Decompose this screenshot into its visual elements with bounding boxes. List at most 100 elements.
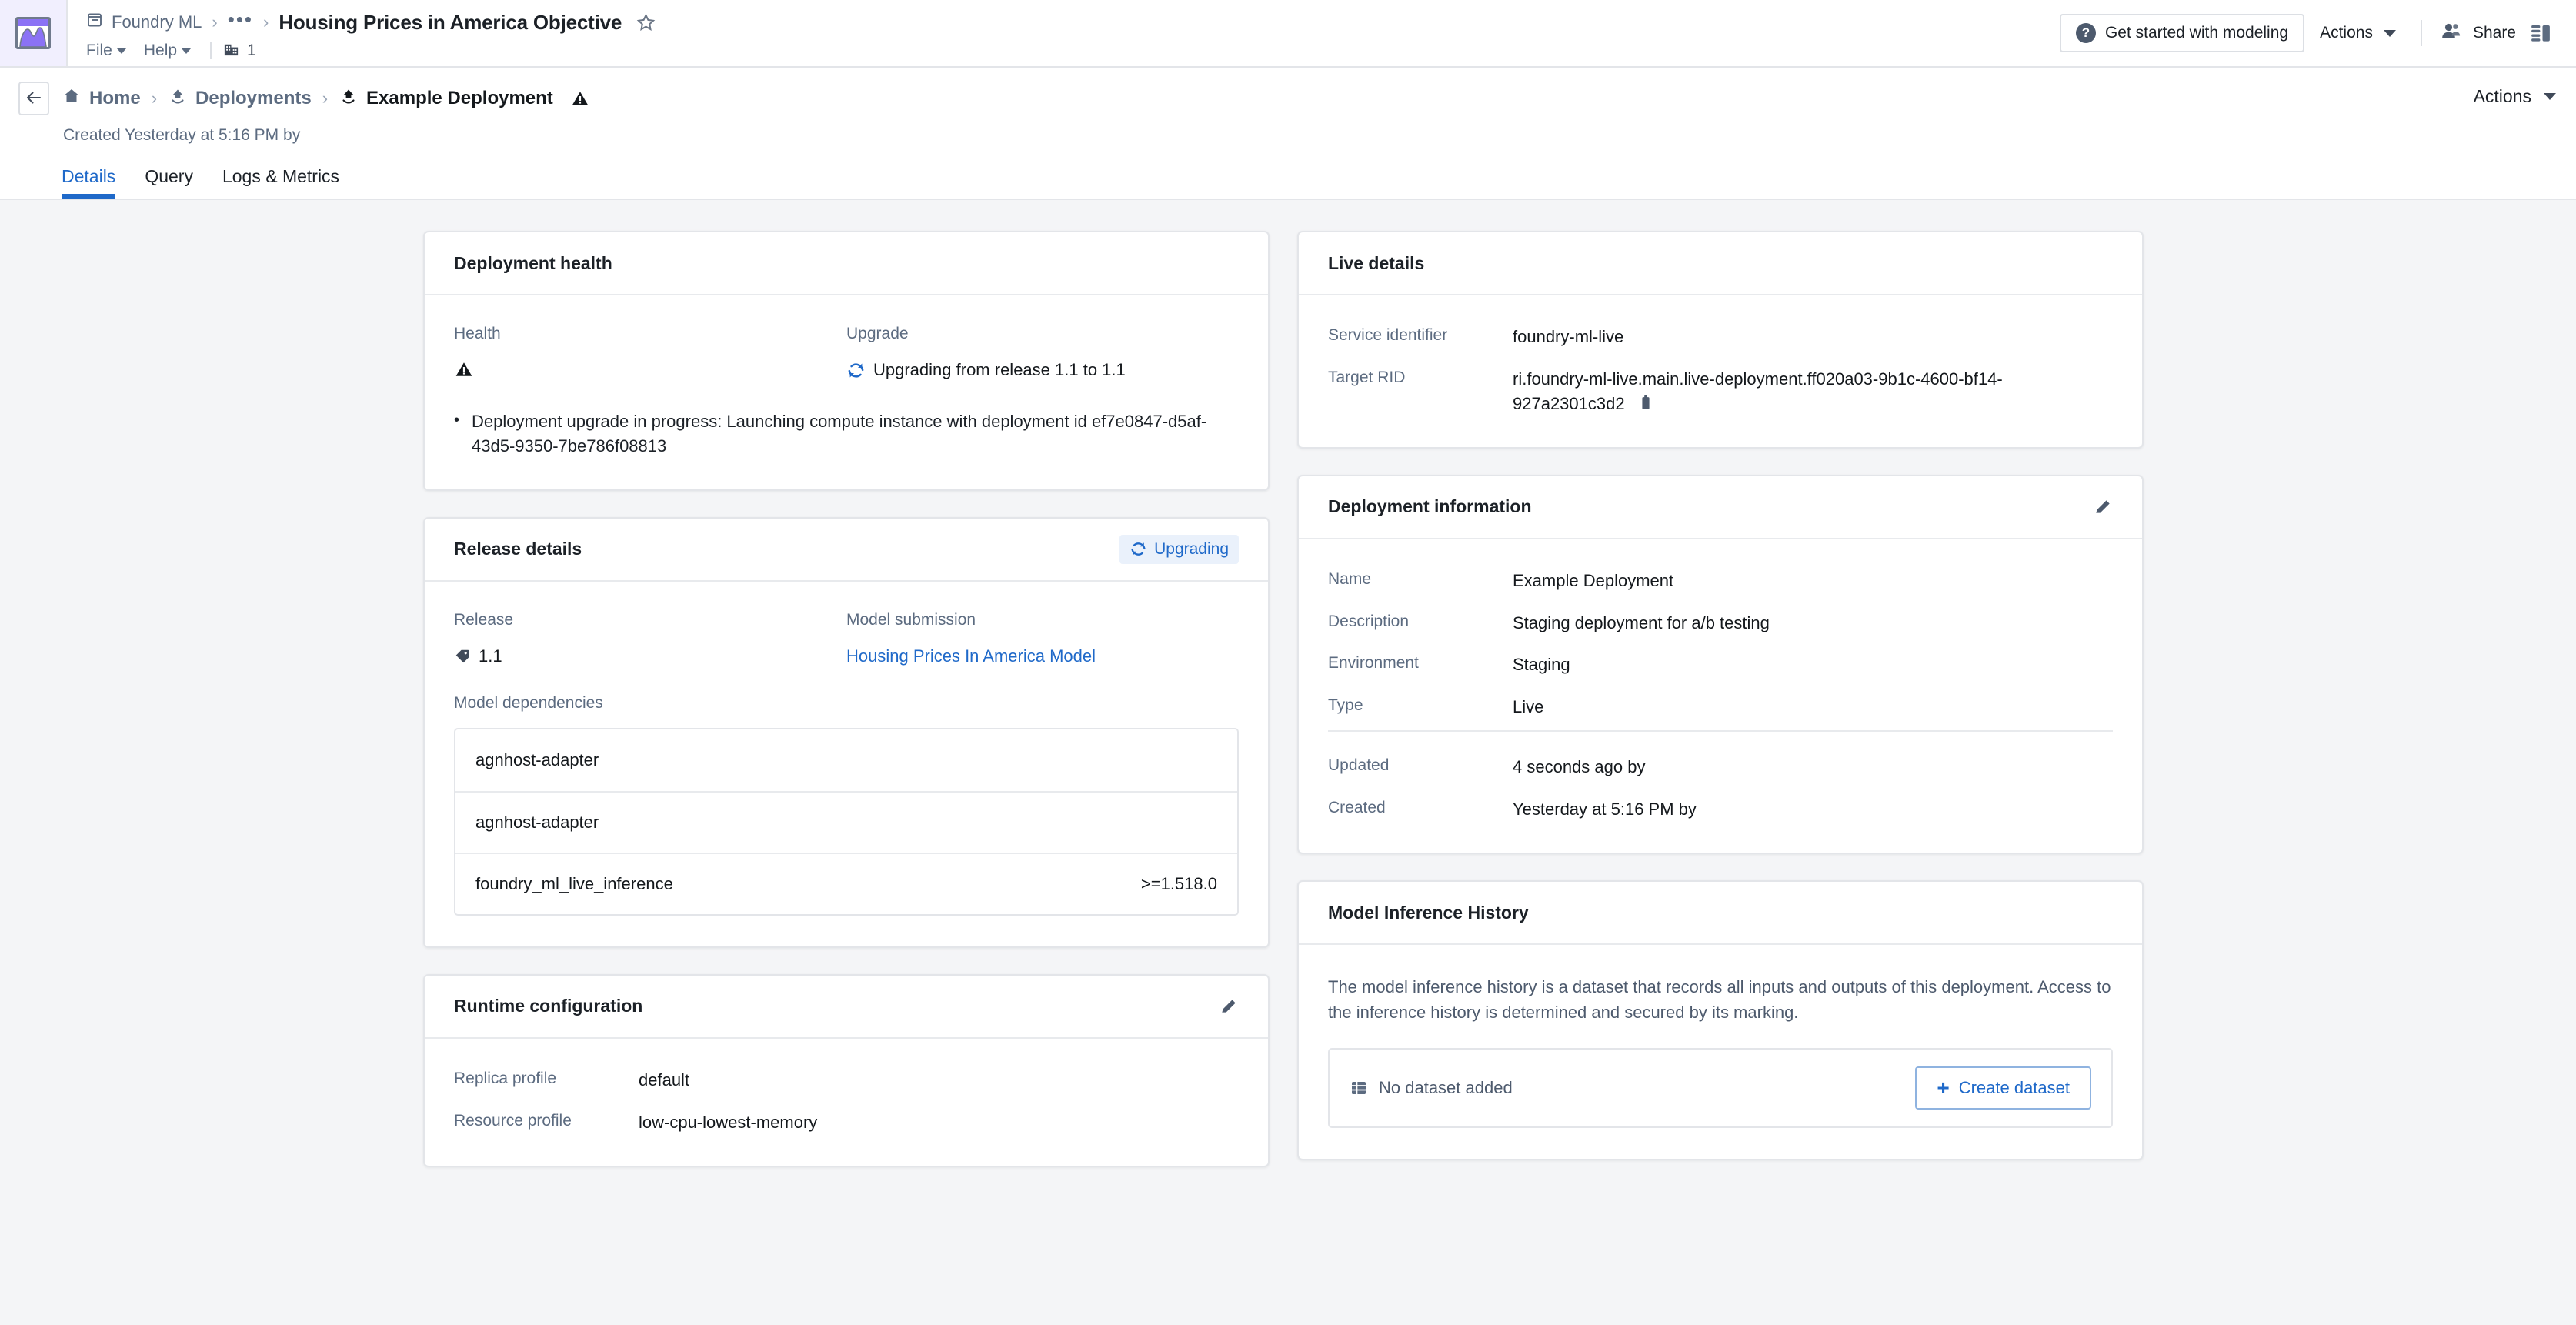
- health-message: • Deployment upgrade in progress: Launch…: [454, 409, 1239, 459]
- upgrade-label: Upgrade: [846, 325, 909, 342]
- model-submission-link[interactable]: Housing Prices In America Model: [846, 646, 1239, 666]
- help-circle-icon: ?: [2075, 23, 2096, 43]
- row-value: Yesterday at 5:16 PM by: [1513, 799, 1697, 819]
- table-row: Service identifier foundry-ml-live: [1328, 325, 2113, 367]
- warning-triangle-icon: [570, 89, 590, 108]
- row-value: foundry-ml-live: [1513, 327, 1624, 346]
- right-column: Live details Service identifier foundry-…: [1297, 231, 2144, 1310]
- building-icon: [222, 40, 240, 62]
- dependency-name: agnhost-adapter: [475, 749, 599, 769]
- breadcrumb-deployments[interactable]: Deployments: [168, 87, 312, 111]
- row-value: 4 seconds ago by: [1513, 757, 1646, 777]
- home-icon: [62, 87, 82, 111]
- target-rid-value: ri.foundry-ml-live.main.live-deployment.…: [1513, 369, 2003, 413]
- detail-tabs: Details Query Logs & Metrics: [62, 163, 2558, 199]
- table-row: Created Yesterday at 5:16 PM by: [1328, 797, 2113, 822]
- menu-file[interactable]: File: [86, 39, 135, 62]
- refresh-icon: [1130, 540, 1147, 558]
- app-logo[interactable]: [0, 0, 68, 66]
- upgrading-badge-label: Upgrading: [1154, 539, 1229, 558]
- health-message-text: Deployment upgrade in progress: Launchin…: [472, 412, 1207, 456]
- release-details-card: Release details Upgrading Release 1.1 Mo…: [423, 516, 1270, 948]
- submission-label: Model submission: [846, 610, 976, 629]
- release-column: Release 1.1: [454, 611, 846, 666]
- pencil-icon[interactable]: [2093, 497, 2113, 517]
- side-panel-icon[interactable]: [2522, 15, 2559, 52]
- tag-icon: [454, 648, 471, 665]
- chevron-down-icon: [2383, 29, 2396, 37]
- upgrading-status-badge[interactable]: Upgrading: [1119, 534, 1239, 564]
- release-label: Release: [454, 610, 514, 629]
- share-button[interactable]: Share: [2431, 14, 2522, 52]
- release-version-text: 1.1: [479, 646, 502, 666]
- table-row: Resource profile low-cpu-lowest-memory: [454, 1110, 1239, 1135]
- deployment-health-title: Deployment health: [454, 252, 612, 273]
- divider: [1328, 730, 2113, 733]
- sub-header: Home › Deployments › Example Deployment …: [0, 68, 2576, 200]
- divider: [210, 42, 212, 59]
- row-key: Updated: [1328, 756, 1390, 775]
- row-key: Environment: [1328, 654, 1419, 673]
- header-actions-label: Actions: [2320, 24, 2373, 42]
- organization-chip[interactable]: 1: [222, 40, 256, 62]
- chevron-right-icon: ›: [322, 88, 329, 108]
- create-dataset-button[interactable]: + Create dataset: [1915, 1066, 2091, 1110]
- breadcrumb-home[interactable]: Home: [62, 87, 141, 111]
- breadcrumb-current-deployment: Example Deployment: [339, 87, 553, 111]
- breadcrumb-app-link[interactable]: Foundry ML: [86, 12, 202, 33]
- card-body: Release 1.1 Model submission Housing Pri…: [425, 582, 1268, 946]
- row-value: low-cpu-lowest-memory: [639, 1112, 818, 1132]
- deployment-actions-dropdown[interactable]: Actions: [2474, 86, 2556, 107]
- list-item: foundry_ml_live_inference >=1.518.0: [455, 852, 1237, 914]
- tab-logs-metrics[interactable]: Logs & Metrics: [222, 163, 339, 199]
- get-started-with-modeling-button[interactable]: ? Get started with modeling: [2059, 14, 2305, 52]
- header-actions-dropdown[interactable]: Actions: [2304, 14, 2411, 52]
- share-label: Share: [2472, 24, 2516, 42]
- model-inference-history-card: Model Inference History The model infere…: [1297, 880, 2144, 1161]
- breadcrumb-home-label: Home: [89, 88, 141, 108]
- health-upgrade-grid: Health Upgrade Upgrading from release 1.…: [454, 325, 1239, 383]
- breadcrumb-overflow-button[interactable]: •••: [228, 9, 253, 31]
- arrow-left-icon: [25, 88, 43, 108]
- tab-query[interactable]: Query: [145, 163, 193, 199]
- card-body: Service identifier foundry-ml-live Targe…: [1299, 295, 2142, 447]
- menu-file-label: File: [86, 42, 112, 59]
- card-header: Release details Upgrading: [425, 519, 1268, 582]
- row-value: Staging deployment for a/b testing: [1513, 612, 1770, 632]
- table-row: Environment Staging: [1328, 652, 2113, 695]
- row-key: Name: [1328, 569, 1372, 588]
- upgrade-status: Upgrading from release 1.1 to 1.1: [846, 360, 1239, 380]
- table-icon: [1350, 1079, 1368, 1097]
- deployment-actions-label: Actions: [2473, 86, 2531, 106]
- row-key: Target RID: [1328, 368, 1406, 386]
- tab-details[interactable]: Details: [62, 163, 116, 199]
- row-key: Replica profile: [454, 1069, 557, 1087]
- table-row: Replica profile default: [454, 1068, 1239, 1110]
- table-row: Name Example Deployment: [1328, 569, 2113, 611]
- dependency-name: foundry_ml_live_inference: [475, 873, 673, 893]
- main-content: Deployment health Health Upgrade Upgradi…: [0, 200, 2576, 1310]
- live-details-card: Live details Service identifier foundry-…: [1297, 231, 2144, 449]
- health-column: Health: [454, 325, 846, 383]
- back-button[interactable]: [18, 82, 49, 115]
- chevron-down-icon: [116, 48, 126, 54]
- created-timestamp: Created Yesterday at 5:16 PM by: [63, 126, 301, 144]
- breadcrumb-app-label: Foundry ML: [112, 12, 202, 32]
- star-outline-icon[interactable]: [636, 12, 656, 33]
- upgrade-column: Upgrade Upgrading from release 1.1 to 1.…: [846, 325, 1239, 383]
- organization-count: 1: [247, 42, 256, 59]
- chevron-right-icon: ›: [212, 12, 218, 32]
- table-row: Type Live: [1328, 695, 2113, 719]
- pencil-icon[interactable]: [1219, 996, 1239, 1016]
- model-inference-history-title: Model Inference History: [1328, 902, 1529, 923]
- deployment-meta-rows: Updated 4 seconds ago by Created Yesterd…: [1328, 755, 2113, 822]
- breadcrumb-deployments-label: Deployments: [195, 88, 312, 108]
- card-header: Deployment health: [425, 232, 1268, 295]
- folder-icon: [86, 12, 103, 33]
- app-header: Foundry ML › ••• › Housing Prices in Ame…: [0, 0, 2576, 68]
- copy-clipboard-icon[interactable]: [1637, 393, 1654, 412]
- deployment-information-title: Deployment information: [1328, 496, 1532, 517]
- no-dataset-state: No dataset added: [1350, 1078, 1513, 1098]
- runtime-configuration-title: Runtime configuration: [454, 996, 643, 1016]
- menu-help[interactable]: Help: [135, 39, 199, 62]
